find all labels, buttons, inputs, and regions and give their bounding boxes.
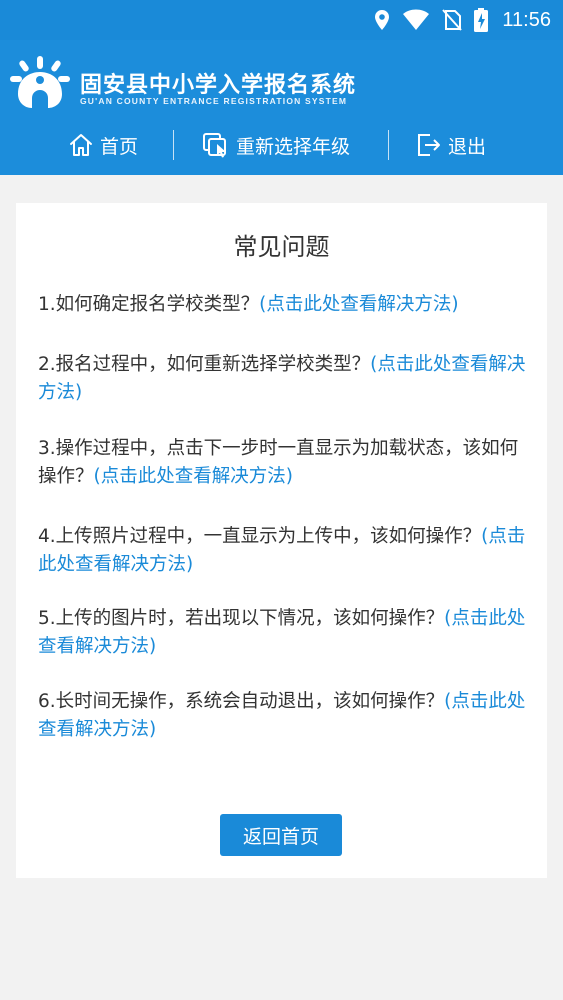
faq-item: 1.如何确定报名学校类型？(点击此处查看解决方法) <box>38 291 530 319</box>
faq-question: 2.报名过程中，如何重新选择学校类型？ <box>38 354 371 375</box>
faq-solution-link[interactable]: (点击此处查看解决方法) <box>94 466 293 487</box>
faq-solution-link[interactable]: (点击此处查看解决方法) <box>259 294 458 315</box>
status-bar: 11:56 <box>0 0 563 40</box>
top-nav: 首页 重新选择年级 退出 <box>0 126 563 164</box>
faq-card: 常见问题 1.如何确定报名学校类型？(点击此处查看解决方法) 2.报名过程中，如… <box>16 203 547 878</box>
nav-logout[interactable]: 退出 <box>416 126 486 164</box>
faq-question: 5.上传的图片时，若出现以下情况，该如何操作？ <box>38 608 445 629</box>
faq-title: 常见问题 <box>233 233 330 261</box>
status-time: 11:56 <box>502 8 551 31</box>
app-subtitle: GU'AN COUNTY ENTRANCE REGISTRATION SYSTE… <box>80 96 348 106</box>
location-icon <box>375 10 390 30</box>
logo-icon <box>10 56 70 108</box>
faq-question: 1.如何确定报名学校类型？ <box>38 294 260 315</box>
faq-item: 6.长时间无操作，系统会自动退出，该如何操作？(点击此处查看解决方法) <box>38 688 530 744</box>
faq-question: 4.上传照片过程中，一直显示为上传中，该如何操作？ <box>38 526 482 547</box>
logout-icon <box>418 134 440 156</box>
nav-home[interactable]: 首页 <box>68 126 138 164</box>
back-home-button[interactable]: 返回首页 <box>220 814 342 856</box>
nav-divider <box>173 130 174 160</box>
faq-question: 6.长时间无操作，系统会自动退出，该如何操作？ <box>38 691 445 712</box>
nav-divider <box>388 130 389 160</box>
wifi-icon <box>403 9 430 30</box>
app-header: 固安县中小学入学报名系统 GU'AN COUNTY ENTRANCE REGIS… <box>0 40 563 175</box>
nav-reselect-label: 重新选择年级 <box>236 135 351 158</box>
status-icons: 11:56 <box>374 0 551 40</box>
nav-home-label: 首页 <box>100 135 139 158</box>
faq-item: 4.上传照片过程中，一直显示为上传中，该如何操作？(点击此处查看解决方法) <box>38 523 530 579</box>
battery-charging-icon <box>474 8 489 32</box>
faq-item: 3.操作过程中，点击下一步时一直显示为加载状态，该如何操作？(点击此处查看解决方… <box>38 435 530 491</box>
nav-reselect-grade[interactable]: 重新选择年级 <box>202 126 350 164</box>
faq-item: 5.上传的图片时，若出现以下情况，该如何操作？(点击此处查看解决方法) <box>38 605 530 661</box>
reselect-icon <box>203 133 226 158</box>
faq-item: 2.报名过程中，如何重新选择学校类型？(点击此处查看解决方法) <box>38 351 530 407</box>
no-sim-icon <box>442 9 463 31</box>
home-icon <box>70 134 92 156</box>
app-title: 固安县中小学入学报名系统 <box>80 73 357 98</box>
nav-logout-label: 退出 <box>448 135 487 158</box>
